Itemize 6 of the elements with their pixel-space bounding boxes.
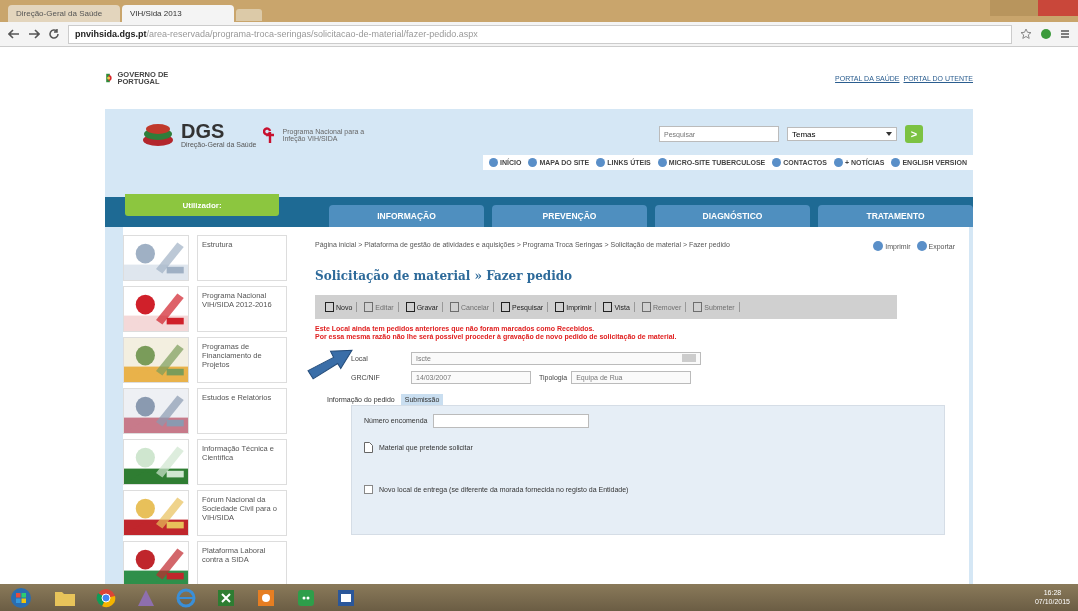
browser-tab[interactable]: VIH/Sida 2013 — [122, 5, 234, 22]
browser-tab[interactable]: Direção-Geral da Saúde — [8, 5, 120, 22]
site-logo: DGS — [181, 121, 226, 141]
topic-select[interactable]: Temas — [787, 127, 897, 141]
page-title: Solicitação de material » Fazer pedido — [315, 269, 574, 283]
address-field[interactable]: pnvihsida.dgs.pt/area-reservada/programa-troca-seringas/solicitacao-de-material/fazer-pedido.aspx — [68, 24, 1012, 44]
